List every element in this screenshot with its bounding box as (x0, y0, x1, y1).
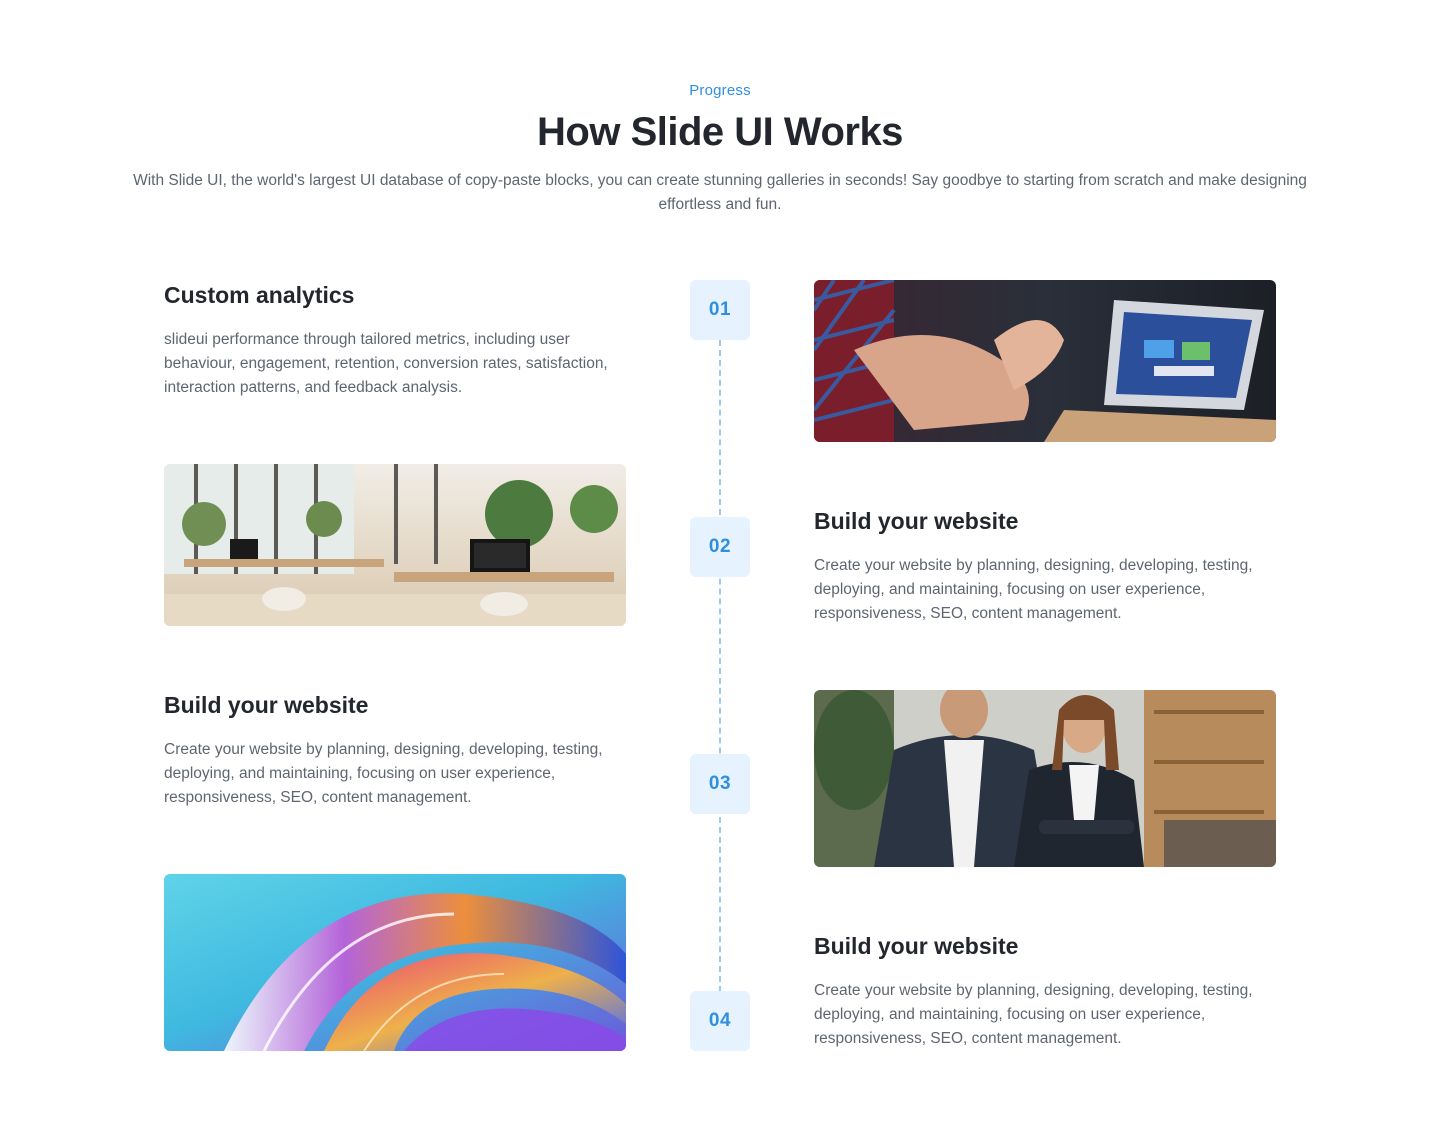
step-4-description: Create your website by planning, designi… (814, 982, 1253, 1047)
step-badge-1: 01 (690, 280, 750, 340)
timeline-connector (719, 340, 721, 992)
step-2-title: Build your website (814, 508, 1019, 534)
eyebrow-label: Progress (689, 82, 751, 99)
step-1-description: slideui performance through tailored met… (164, 331, 608, 396)
business-team-photo (814, 690, 1276, 867)
step-1-title: Custom analytics (164, 282, 355, 308)
abstract-swirl-photo (164, 874, 626, 1051)
step-badge-3: 03 (690, 754, 750, 814)
step-2-description: Create your website by planning, designi… (814, 557, 1253, 622)
office-interior-photo (164, 464, 626, 626)
laptop-hands-photo (814, 280, 1276, 442)
step-3-description: Create your website by planning, designi… (164, 741, 603, 806)
section-intro: With Slide UI, the world's largest UI da… (133, 172, 1307, 213)
section-title: How Slide UI Works (537, 110, 903, 154)
step-badge-2: 02 (690, 517, 750, 577)
step-4-title: Build your website (814, 933, 1019, 959)
step-3-title: Build your website (164, 692, 369, 718)
step-badge-4: 04 (690, 991, 750, 1051)
